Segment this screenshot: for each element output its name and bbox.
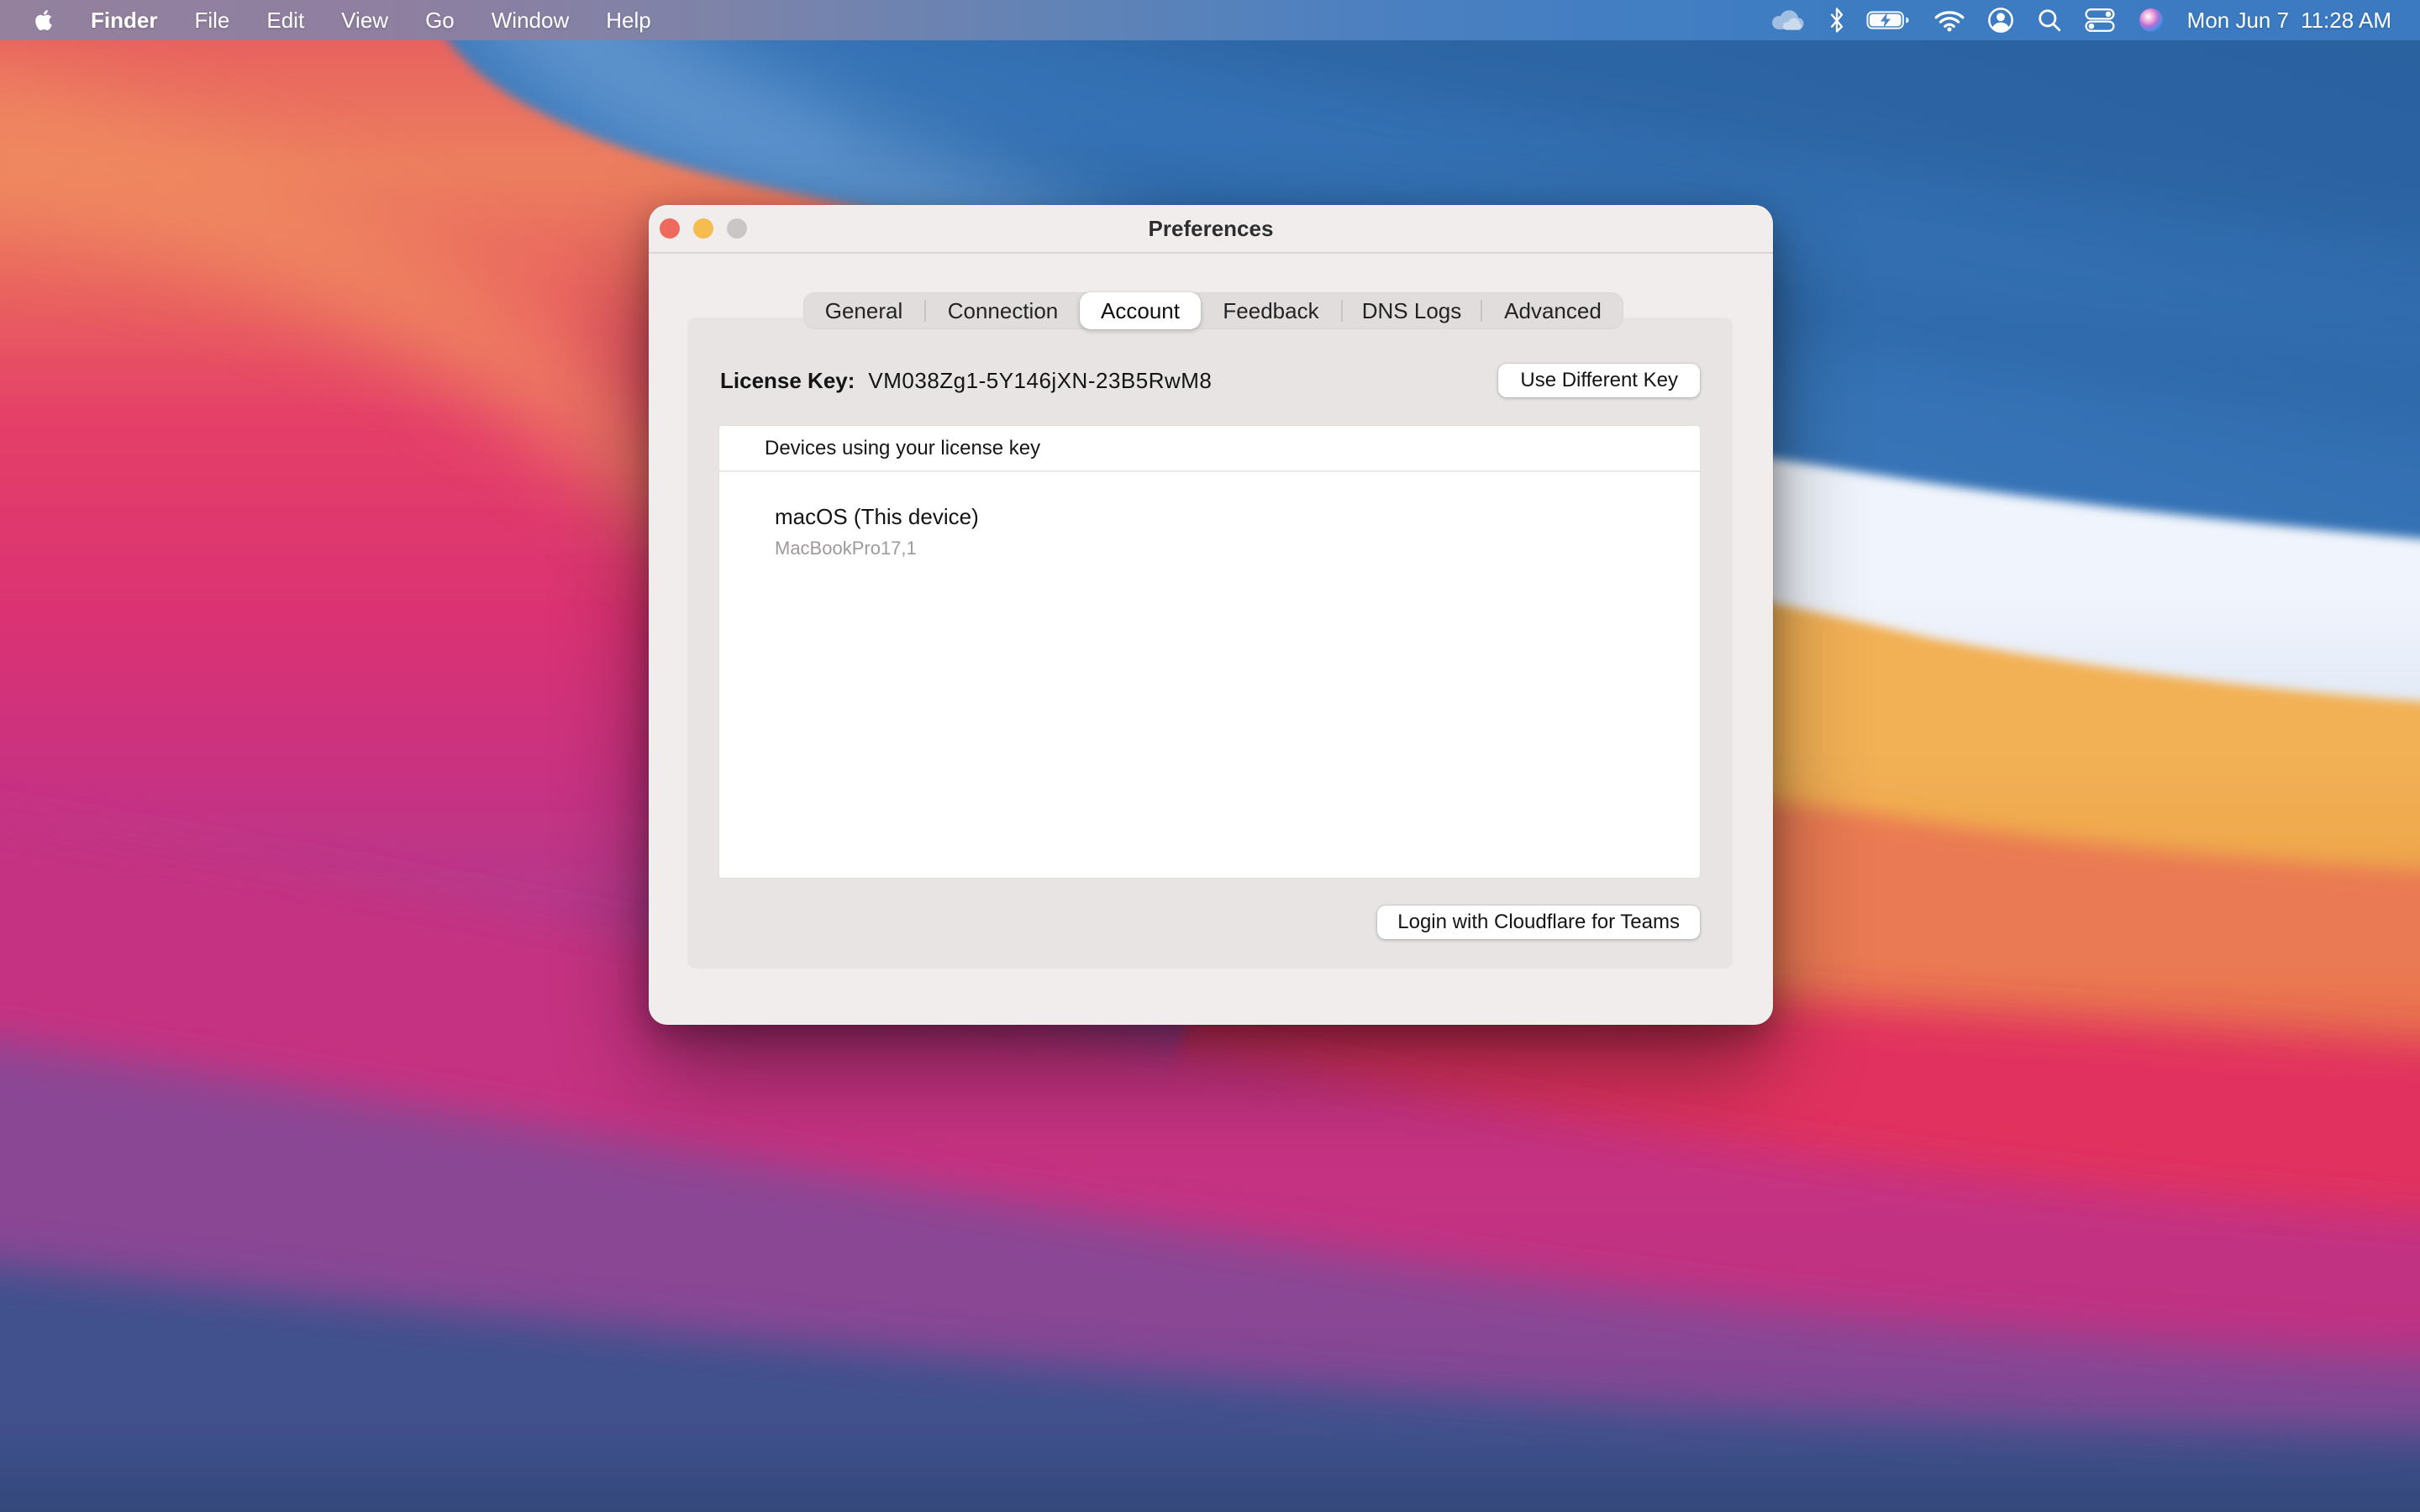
license-key-label: License Key: <box>720 368 855 394</box>
preferences-tab-bar: General Connection Account Feedback DNS … <box>803 292 1623 329</box>
tab-general[interactable]: General <box>803 292 924 329</box>
device-list-item[interactable]: macOS (This device) MacBookPro17,1 <box>719 472 1700 559</box>
menu-file[interactable]: File <box>194 8 229 34</box>
menu-help[interactable]: Help <box>606 8 650 34</box>
tab-account[interactable]: Account <box>1080 292 1201 329</box>
devices-list-header: Devices using your license key <box>719 426 1700 472</box>
window-title: Preferences <box>649 205 1773 252</box>
menubar-app-name[interactable]: Finder <box>91 8 157 34</box>
preferences-window: Preferences License Key: VM038Zg1-5Y146j… <box>649 205 1773 1025</box>
devices-list-box: Devices using your license key macOS (Th… <box>719 426 1700 878</box>
desktop: Finder File Edit View Go Window Help <box>0 0 2420 1512</box>
menubar-time: 11:28 AM <box>2301 8 2391 34</box>
menu-bar: Finder File Edit View Go Window Help <box>0 0 2420 40</box>
tab-dns-logs[interactable]: DNS Logs <box>1343 292 1481 329</box>
login-cloudflare-teams-button[interactable]: Login with Cloudflare for Teams <box>1377 906 1700 939</box>
license-key-value: VM038Zg1-5Y146jXN-23B5RwM8 <box>868 368 1212 394</box>
siri-icon[interactable] <box>2138 7 2165 34</box>
tab-advanced[interactable]: Advanced <box>1482 292 1623 329</box>
tab-feedback[interactable]: Feedback <box>1201 292 1341 329</box>
menu-window[interactable]: Window <box>492 8 569 34</box>
license-key-row: License Key: VM038Zg1-5Y146jXN-23B5RwM8 … <box>720 364 1700 397</box>
apple-menu-icon[interactable] <box>34 10 54 30</box>
cloudflare-cloud-icon[interactable] <box>1769 8 1807 33</box>
tab-connection[interactable]: Connection <box>926 292 1080 329</box>
bluetooth-icon[interactable] <box>1830 8 1844 33</box>
menu-view[interactable]: View <box>341 8 388 34</box>
user-account-icon[interactable] <box>1987 7 2014 34</box>
account-tab-panel: License Key: VM038Zg1-5Y146jXN-23B5RwM8 … <box>687 318 1733 969</box>
control-center-icon[interactable] <box>2085 8 2115 33</box>
menu-edit[interactable]: Edit <box>266 8 304 34</box>
device-model: MacBookPro17,1 <box>775 538 1700 559</box>
wifi-icon[interactable] <box>1934 8 1965 32</box>
window-titlebar[interactable]: Preferences <box>649 205 1773 254</box>
spotlight-search-icon[interactable] <box>2037 8 2062 33</box>
use-different-key-button[interactable]: Use Different Key <box>1498 364 1700 397</box>
device-name: macOS (This device) <box>775 504 1700 530</box>
battery-charging-icon[interactable] <box>1866 9 1912 31</box>
menubar-date: Mon Jun 7 <box>2187 8 2289 34</box>
menu-go[interactable]: Go <box>425 8 455 34</box>
menubar-clock[interactable]: Mon Jun 7 11:28 AM <box>2187 8 2391 34</box>
